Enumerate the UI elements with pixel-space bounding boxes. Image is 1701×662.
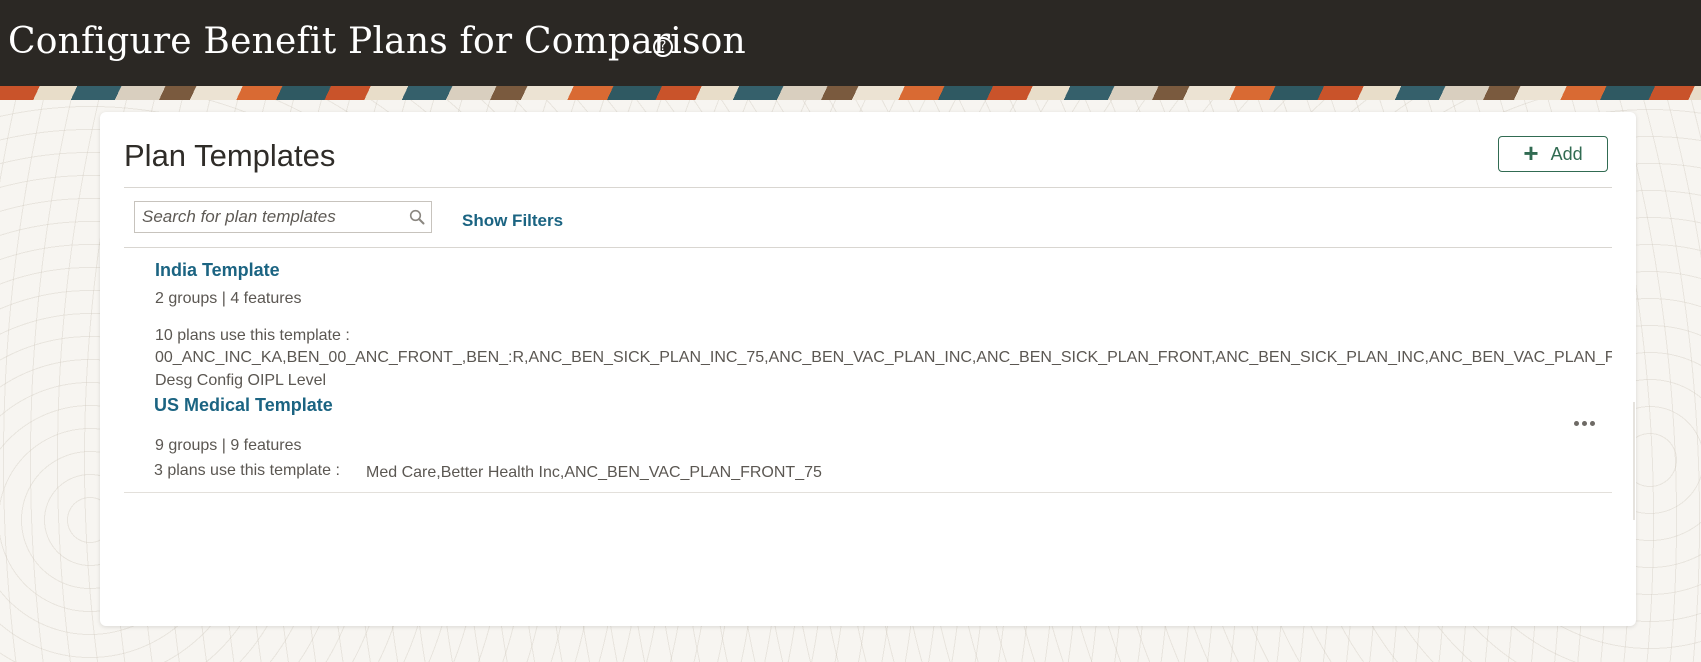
page-header: Configure Benefit Plans for Comparison ? <box>0 0 1701 86</box>
plus-icon: + <box>1523 138 1539 168</box>
template-plans-list: 00_ANC_INC_KA,BEN_00_ANC_FRONT_,BEN_:R,A… <box>155 349 1612 366</box>
decorative-banner <box>0 86 1701 100</box>
add-button-label: Add <box>1550 143 1583 164</box>
divider <box>124 247 1612 248</box>
divider <box>124 492 1612 493</box>
template-extra-plan: Desg Config OIPL Level <box>155 372 327 389</box>
page-title: Configure Benefit Plans for Comparison <box>8 21 746 62</box>
help-circle-icon[interactable]: ? <box>653 37 673 57</box>
template-name-link[interactable]: India Template <box>155 260 280 281</box>
template-name-link[interactable]: US Medical Template <box>154 395 333 416</box>
scrollbar[interactable] <box>1633 402 1635 520</box>
more-horizontal-icon[interactable] <box>1570 412 1598 434</box>
section-title: Plan Templates <box>124 138 336 173</box>
template-summary: 2 groups | 4 features <box>155 290 302 307</box>
plan-templates-card: Plan Templates + Add Show Filters India … <box>100 112 1636 626</box>
template-plans-label: 3 plans use this template : <box>154 462 340 479</box>
search-input[interactable] <box>135 202 395 232</box>
add-button[interactable]: + Add <box>1498 136 1608 172</box>
search-icon[interactable] <box>409 209 425 225</box>
template-summary: 9 groups | 9 features <box>155 437 302 454</box>
template-plans-list: Med Care,Better Health Inc,ANC_BEN_VAC_P… <box>366 464 822 481</box>
search-box <box>134 201 432 233</box>
divider <box>124 187 1612 188</box>
show-filters-link[interactable]: Show Filters <box>462 211 563 231</box>
template-plans-label: 10 plans use this template : <box>155 327 350 344</box>
